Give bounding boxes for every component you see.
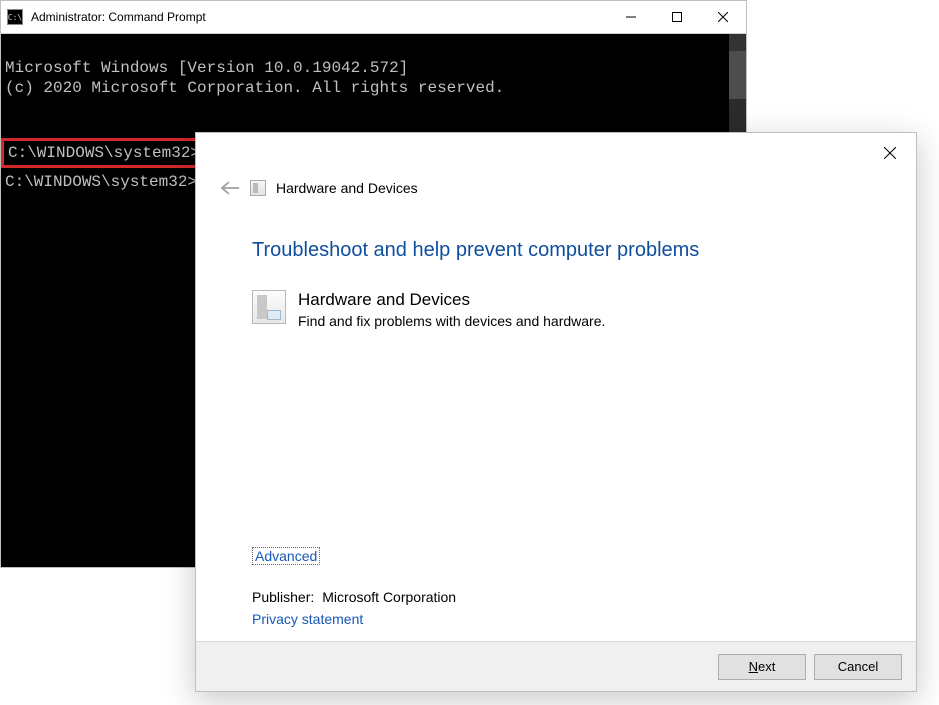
cmd-icon: C:\ [7, 9, 23, 25]
cmd-title: Administrator: Command Prompt [31, 10, 608, 24]
item-title: Hardware and Devices [298, 290, 605, 310]
item-description: Find and fix problems with devices and h… [298, 312, 605, 330]
next-button[interactable]: Next [718, 654, 806, 680]
dialog-header: Hardware and Devices [196, 173, 916, 203]
cmd-prompt-path: C:\WINDOWS\system32> [8, 144, 200, 162]
privacy-statement-link[interactable]: Privacy statement [252, 611, 363, 627]
cancel-button[interactable]: Cancel [814, 654, 902, 680]
troubleshooter-dialog: Hardware and Devices Troubleshoot and he… [195, 132, 917, 692]
dialog-heading: Troubleshoot and help prevent computer p… [252, 239, 860, 262]
dialog-lower: Advanced Publisher: Microsoft Corporation… [196, 547, 916, 641]
close-button[interactable] [868, 137, 912, 169]
publisher-label: Publisher: [252, 589, 314, 605]
dialog-footer: Next Cancel [196, 641, 916, 691]
publisher-value: Microsoft Corporation [322, 589, 456, 605]
accelerator-key: N [749, 659, 758, 674]
back-button[interactable] [216, 176, 244, 200]
hardware-devices-icon [252, 290, 286, 324]
dialog-titlebar[interactable] [196, 133, 916, 173]
button-label-post: ext [758, 659, 775, 674]
window-controls [608, 1, 746, 33]
cmd-scroll-thumb[interactable] [729, 51, 746, 99]
close-button[interactable] [700, 1, 746, 33]
dialog-header-title: Hardware and Devices [276, 180, 418, 196]
advanced-link[interactable]: Advanced [252, 547, 320, 565]
cmd-output-line: (c) 2020 Microsoft Corporation. All righ… [5, 78, 744, 98]
cmd-output-line: Microsoft Windows [Version 10.0.19042.57… [5, 58, 744, 78]
hardware-devices-icon [250, 180, 266, 196]
minimize-button[interactable] [608, 1, 654, 33]
dialog-content: Troubleshoot and help prevent computer p… [196, 203, 916, 547]
maximize-button[interactable] [654, 1, 700, 33]
publisher-row: Publisher: Microsoft Corporation [252, 589, 860, 605]
cmd-titlebar[interactable]: C:\ Administrator: Command Prompt [1, 1, 746, 34]
troubleshooter-item: Hardware and Devices Find and fix proble… [252, 290, 860, 330]
